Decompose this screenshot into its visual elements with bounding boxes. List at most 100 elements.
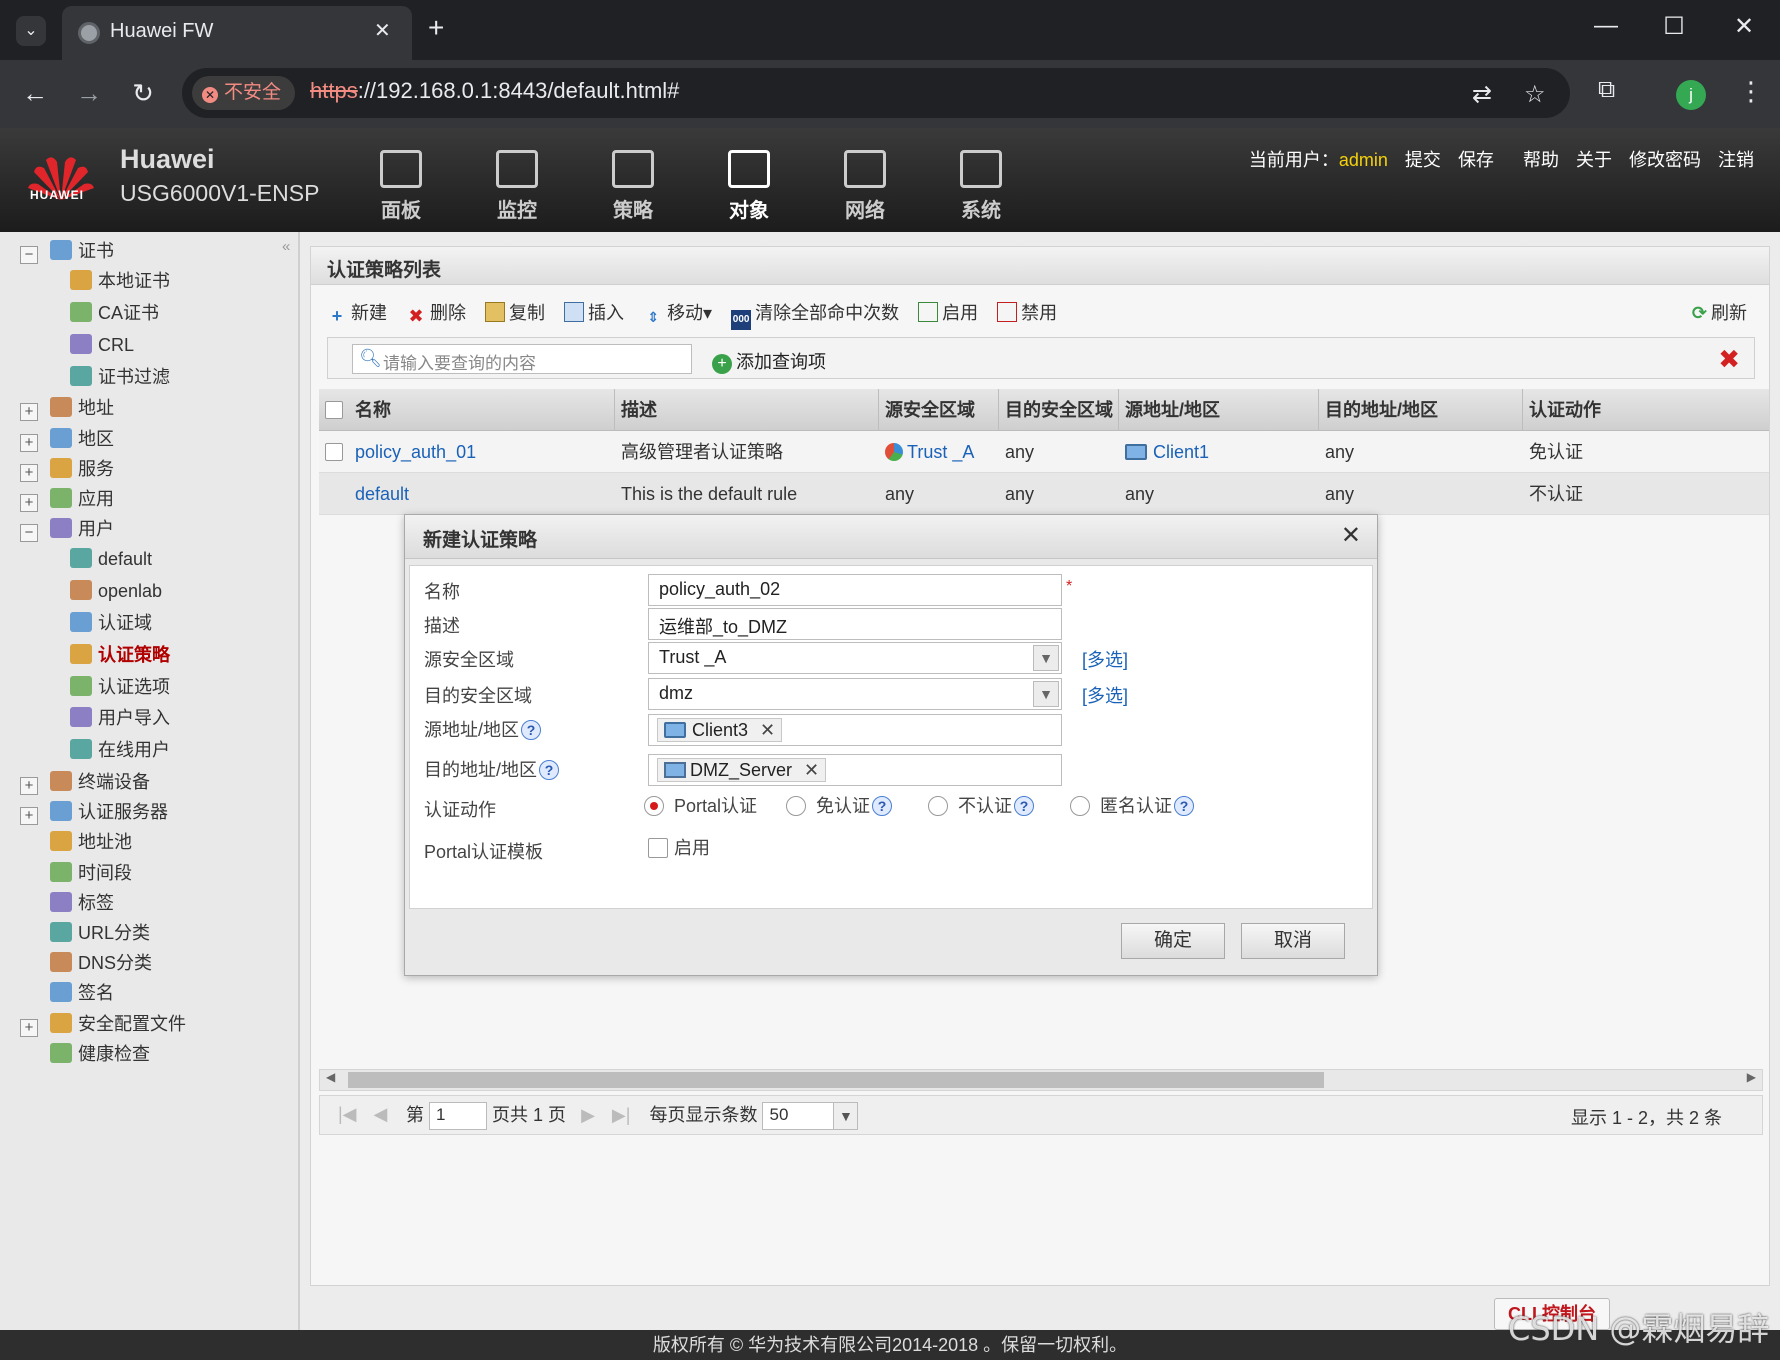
sidebar-item[interactable]: 在线用户 — [70, 737, 170, 763]
menu-object[interactable]: 对象 — [704, 150, 794, 223]
sidebar-item[interactable]: + 终端设备 — [20, 769, 150, 795]
tab-list-chevron-icon[interactable]: ⌄ — [16, 16, 46, 46]
sidebar-item[interactable]: + 安全配置文件 — [20, 1011, 186, 1037]
url-text[interactable]: https://192.168.0.1:8443/default.html# — [310, 78, 679, 104]
insert-button[interactable]: 插入 — [564, 299, 624, 325]
sidebar-item[interactable]: + 认证服务器 — [20, 799, 168, 826]
col-action[interactable]: 认证动作 — [1523, 389, 1769, 431]
menu-dashboard[interactable]: 面板 — [356, 150, 446, 223]
tree-expander-icon[interactable]: + — [20, 1018, 38, 1037]
sidebar-item[interactable]: − 用户 — [20, 516, 114, 543]
menu-monitor[interactable]: 监控 — [472, 150, 562, 223]
col-dst-addr[interactable]: 目的地址/地区 — [1319, 389, 1523, 431]
tree-expander-icon[interactable]: + — [20, 403, 38, 422]
cell-src-addr[interactable]: Client1 — [1119, 431, 1209, 473]
window-close-icon[interactable]: ✕ — [1724, 12, 1764, 41]
sidebar-item[interactable]: 签名 — [20, 980, 114, 1006]
bookmark-star-icon[interactable]: ☆ — [1524, 80, 1546, 109]
col-desc[interactable]: 描述 — [615, 389, 879, 431]
tree-expander-icon[interactable]: + — [20, 777, 38, 795]
sidebar-item[interactable]: + 地址 — [20, 395, 114, 422]
sidebar-item[interactable]: − 证书 — [20, 238, 114, 264]
copy-button[interactable]: 复制 — [485, 299, 545, 325]
portal-template-checkbox[interactable]: 启用 — [648, 834, 710, 860]
radio-not-auth[interactable]: 不认证? — [928, 792, 1034, 818]
sidebar-item[interactable]: 健康检查 — [20, 1041, 150, 1067]
src-zone-multi-select[interactable]: [多选] — [1082, 646, 1128, 672]
tree-expander-icon[interactable]: + — [20, 433, 38, 452]
minimize-icon[interactable]: — — [1586, 12, 1626, 40]
col-src-zone[interactable]: 源安全区域 — [879, 389, 999, 431]
security-indicator[interactable]: ✕ 不安全 — [192, 76, 296, 110]
page-number-input[interactable]: 1 — [429, 1102, 488, 1131]
cell-name[interactable]: default — [349, 473, 409, 515]
tree-expander-icon[interactable]: − — [20, 246, 38, 264]
menu-system[interactable]: 系统 — [936, 150, 1026, 223]
help-link[interactable]: 帮助 — [1523, 150, 1559, 170]
extensions-icon[interactable]: ⧉ — [1598, 76, 1615, 104]
refresh-button[interactable]: ⟳ 刷新 — [1692, 299, 1747, 325]
radio-no-auth[interactable]: 免认证? — [786, 792, 892, 818]
first-page-icon[interactable]: |◀ — [338, 1104, 357, 1124]
scroll-right-icon[interactable]: ▶ — [1747, 1070, 1756, 1084]
browser-menu-icon[interactable]: ⋮ — [1738, 76, 1764, 107]
enable-button[interactable]: 启用 — [918, 299, 978, 325]
sidebar-item[interactable]: + 应用 — [20, 486, 114, 512]
save-link[interactable]: 保存 — [1458, 150, 1494, 170]
scroll-thumb[interactable] — [348, 1072, 1324, 1088]
next-page-icon[interactable]: ▶ — [581, 1105, 595, 1125]
clear-hits-button[interactable]: 000 清除全部命中次数 — [731, 299, 899, 330]
change-password-link[interactable]: 修改密码 — [1629, 150, 1701, 170]
desc-input[interactable]: 运维部_to_DMZ — [648, 608, 1062, 640]
clear-search-icon[interactable]: ✖ — [1718, 344, 1740, 375]
cancel-button[interactable]: 取消 — [1241, 923, 1345, 959]
sidebar-item[interactable]: 地址池 — [20, 829, 132, 855]
tree-expander-icon[interactable]: + — [20, 807, 38, 826]
table-row[interactable]: default This is the default rule any any… — [319, 473, 1769, 515]
radio-anonymous-auth[interactable]: 匿名认证? — [1070, 792, 1194, 818]
ok-button[interactable]: 确定 — [1121, 923, 1225, 959]
sidebar-item[interactable]: 认证域 — [70, 610, 152, 636]
help-icon[interactable]: ? — [1014, 796, 1034, 816]
help-icon[interactable]: ? — [521, 720, 542, 740]
sidebar-item[interactable]: + 地区 — [20, 426, 114, 452]
submit-link[interactable]: 提交 — [1405, 150, 1441, 170]
tab-close-icon[interactable]: ✕ — [374, 18, 391, 43]
col-src-addr[interactable]: 源地址/地区 — [1119, 389, 1319, 431]
new-button[interactable]: + 新建 — [327, 299, 387, 326]
col-name[interactable]: 名称 — [349, 389, 615, 431]
sidebar-item[interactable]: 时间段 — [20, 860, 132, 886]
sidebar-item[interactable]: DNS分类 — [20, 950, 152, 976]
src-addr-input[interactable]: Client3 ✕ — [648, 714, 1062, 746]
logout-link[interactable]: 注销 — [1718, 150, 1754, 170]
sidebar-item[interactable]: openlab — [70, 578, 162, 604]
sidebar-item[interactable]: 标签 — [20, 890, 114, 916]
back-icon[interactable]: ← — [18, 78, 52, 109]
add-query-button[interactable]: + 添加查询项 — [712, 348, 826, 374]
sidebar-collapse-icon[interactable]: « — [282, 238, 290, 255]
row-checkbox[interactable] — [319, 431, 343, 473]
tree-expander-icon[interactable]: + — [20, 494, 38, 512]
search-input[interactable]: 🔍︎ 请输入要查询的内容 — [352, 344, 692, 374]
dst-zone-select[interactable]: dmz ▼ — [648, 678, 1062, 710]
forward-icon[interactable]: → — [72, 78, 106, 109]
sidebar-item[interactable]: 本地证书 — [70, 268, 170, 294]
tree-expander-icon[interactable]: + — [20, 463, 38, 482]
prev-page-icon[interactable]: ◀ — [374, 1104, 388, 1124]
table-row[interactable]: policy_auth_01 高级管理者认证策略 Trust _A any Cl… — [319, 431, 1769, 473]
sidebar-item[interactable]: 认证选项 — [70, 674, 170, 700]
sidebar-item[interactable]: 认证策略 — [70, 642, 170, 668]
translate-icon[interactable]: ⇄ — [1472, 80, 1492, 109]
reload-icon[interactable]: ↻ — [126, 78, 160, 109]
menu-network[interactable]: 网络 — [820, 150, 910, 223]
menu-policy[interactable]: 策略 — [588, 150, 678, 223]
src-zone-select[interactable]: Trust _A ▼ — [648, 642, 1062, 674]
help-icon[interactable]: ? — [539, 760, 560, 780]
tree-expander-icon[interactable]: − — [20, 524, 38, 543]
last-page-icon[interactable]: ▶| — [612, 1105, 631, 1125]
dst-zone-multi-select[interactable]: [多选] — [1082, 682, 1128, 708]
sidebar-item[interactable]: 用户导入 — [70, 705, 170, 731]
sidebar-item[interactable]: 证书过滤 — [70, 364, 170, 390]
maximize-icon[interactable]: ☐ — [1654, 12, 1694, 41]
remove-tag-icon[interactable]: ✕ — [804, 760, 819, 780]
